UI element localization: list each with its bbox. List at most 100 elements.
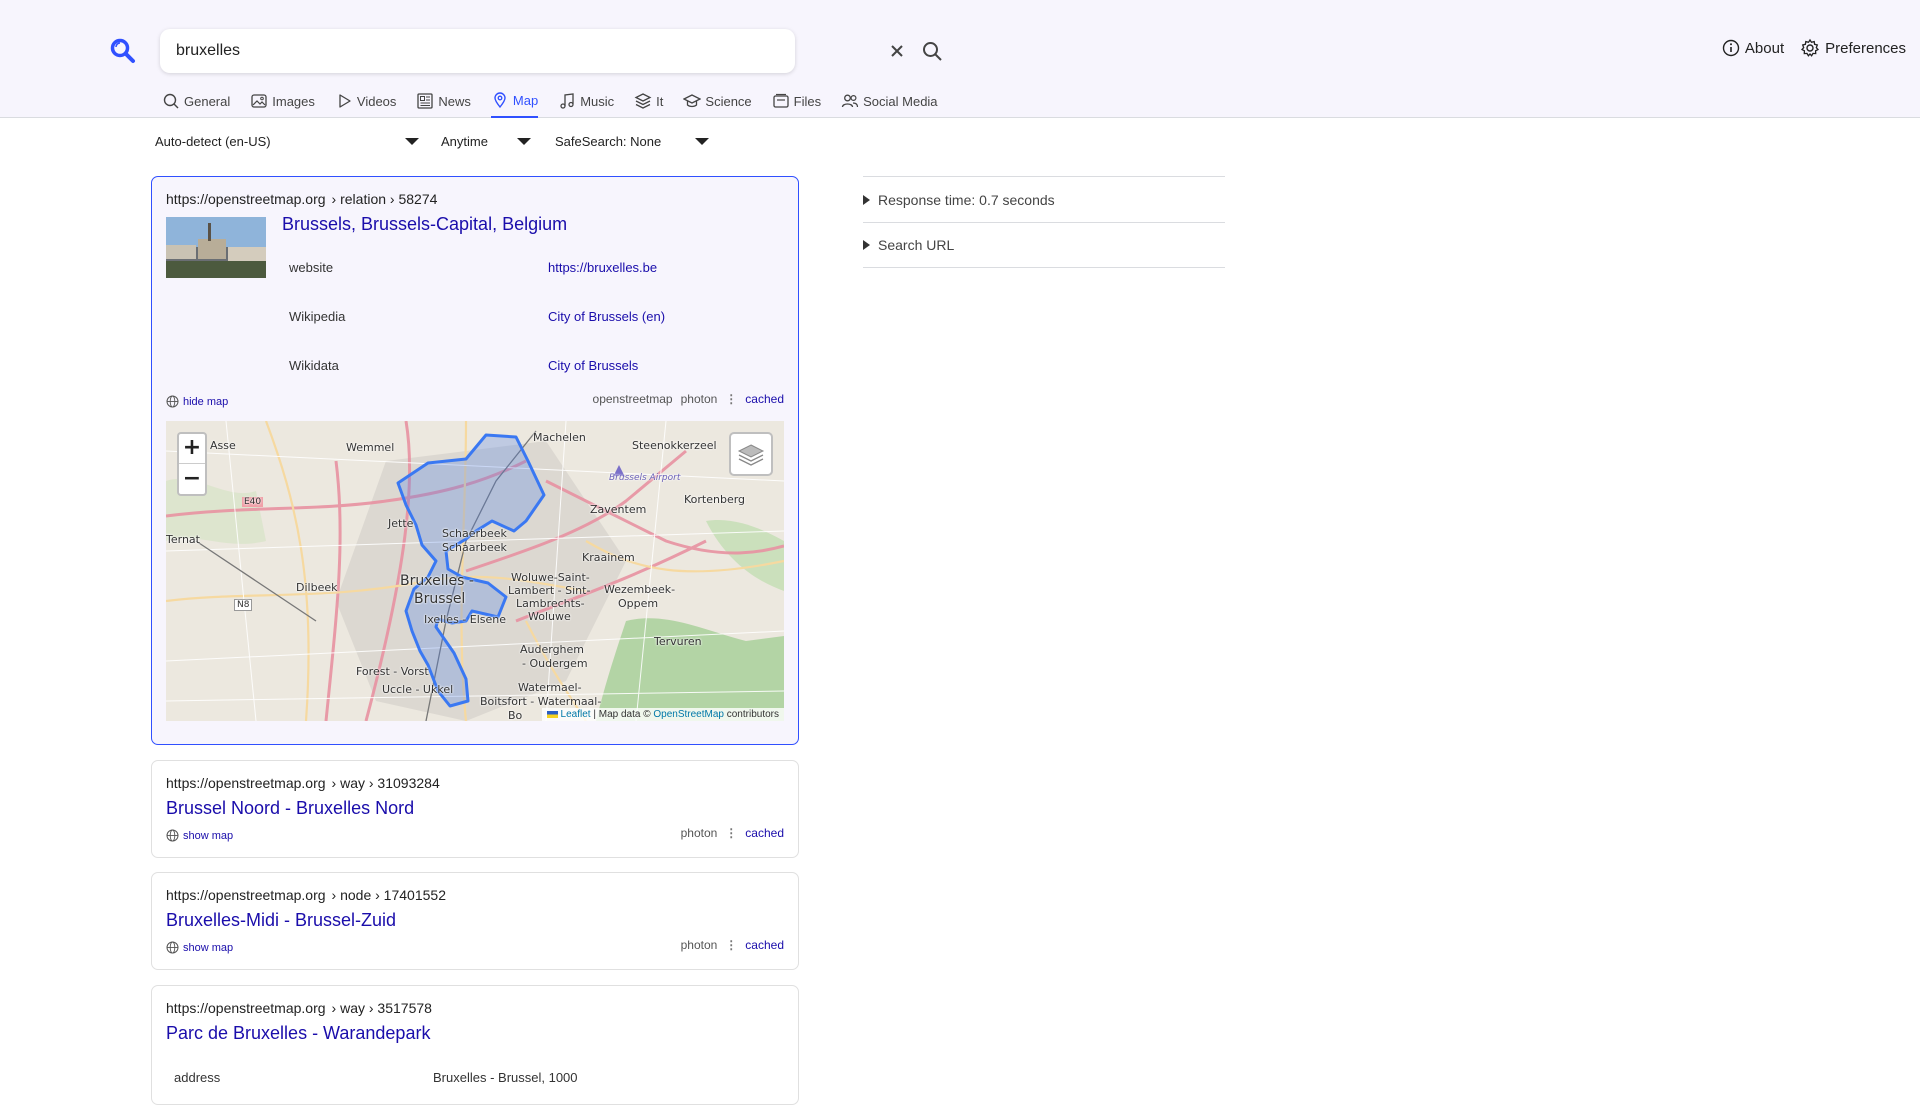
result-path: › way › 3517578	[331, 1000, 432, 1016]
map-toggle-label: show map	[183, 941, 234, 954]
result-title[interactable]: Brussels, Brussels-Capital, Belgium	[282, 214, 567, 235]
info-value-link[interactable]: https://bruxelles.be	[548, 260, 657, 275]
result-domain: https://openstreetmap.org	[166, 887, 326, 903]
result-card: https://openstreetmap.org › way › 3109328…	[151, 760, 799, 858]
map-label: Boitsfort - Watermaal-	[480, 695, 602, 708]
search-url-toggle[interactable]: Search URL	[863, 222, 1225, 268]
map-label: Kraainem	[582, 551, 635, 564]
tab-news[interactable]: News	[416, 88, 471, 118]
time-range-select[interactable]: Anytime	[441, 134, 531, 149]
info-key: address	[174, 1070, 221, 1085]
info-value-link[interactable]: City of Brussels (en)	[548, 309, 665, 324]
info-icon	[1722, 39, 1740, 57]
result-url[interactable]: https://openstreetmap.org › node › 174015…	[166, 887, 446, 903]
image-icon	[251, 94, 267, 108]
show-map-toggle[interactable]: show map	[166, 941, 233, 954]
result-map[interactable]: Asse Wemmel Machelen Steenokkerzeel Brus…	[166, 421, 784, 721]
layers-button[interactable]	[729, 432, 773, 476]
hide-map-toggle[interactable]: hide map	[166, 395, 228, 408]
language-select[interactable]: Auto-detect (en-US)	[155, 134, 419, 149]
search-box	[160, 29, 942, 73]
tab-label: It	[656, 93, 664, 109]
search-icon[interactable]	[920, 39, 944, 63]
chevron-down-icon	[405, 138, 419, 145]
result-url[interactable]: https://openstreetmap.org › relation › 58…	[166, 191, 437, 207]
clear-search-icon[interactable]	[886, 40, 908, 62]
cached-link[interactable]: cached	[745, 392, 784, 406]
more-options-icon[interactable]: ⋮	[725, 938, 737, 952]
search-input[interactable]	[176, 39, 716, 63]
tab-videos[interactable]: Videos	[335, 88, 397, 118]
result-card: https://openstreetmap.org › node › 174015…	[151, 872, 799, 970]
chevron-down-icon	[695, 138, 709, 145]
leaflet-link[interactable]: Leaflet	[561, 709, 591, 720]
map-label: Jette	[388, 517, 414, 530]
safesearch-select[interactable]: SafeSearch: None	[555, 134, 709, 149]
zoom-in-button[interactable]: +	[179, 434, 205, 464]
show-map-toggle[interactable]: show map	[166, 829, 233, 842]
searxng-logo-icon[interactable]	[110, 38, 136, 64]
map-tiles	[166, 421, 784, 721]
result-title[interactable]: Bruxelles-Midi - Brussel-Zuid	[166, 910, 396, 931]
result-url[interactable]: https://openstreetmap.org › way › 3109328…	[166, 775, 440, 791]
result-title[interactable]: Parc de Bruxelles - Warandepark	[166, 1023, 430, 1044]
map-label: Ternat	[166, 533, 200, 546]
disclosure-triangle-icon	[863, 194, 870, 205]
engine-name: openstreetmap	[592, 392, 673, 406]
layers-icon	[634, 93, 652, 109]
map-pin-icon	[494, 92, 506, 109]
map-attribution: Leaflet | Map data © OpenStreetMap contr…	[541, 708, 784, 721]
tab-label: General	[184, 93, 231, 109]
map-label: Wemmel	[346, 441, 395, 454]
map-label: Lambrechts-	[516, 597, 585, 610]
map-label: Oppem	[618, 597, 659, 610]
map-label: Schaerbeek	[442, 527, 507, 540]
attribution-suffix: contributors	[726, 709, 779, 720]
map-label: Wezembeek-	[604, 583, 676, 596]
tab-label: Images	[272, 93, 315, 109]
map-label: Zaventem	[590, 503, 647, 516]
music-note-icon	[560, 93, 574, 109]
result-card: https://openstreetmap.org › way › 3517578…	[151, 985, 799, 1105]
tab-general[interactable]: General	[162, 88, 230, 118]
map-label: Machelen	[533, 431, 586, 444]
result-thumbnail[interactable]	[166, 217, 266, 278]
safesearch-value: SafeSearch: None	[555, 134, 662, 149]
result-url[interactable]: https://openstreetmap.org › way › 3517578	[166, 1000, 432, 1016]
play-icon	[339, 94, 351, 108]
result-domain: https://openstreetmap.org	[166, 1000, 326, 1016]
tab-images[interactable]: Images	[250, 88, 315, 118]
map-label: Brussels Airport	[609, 473, 681, 483]
response-time-label: Response time: 0.7 seconds	[878, 191, 1055, 208]
tab-it[interactable]: It	[634, 88, 663, 118]
tab-files[interactable]: Files	[772, 88, 821, 118]
more-options-icon[interactable]: ⋮	[725, 826, 737, 840]
result-engines: photon ⋮ cached	[681, 938, 784, 952]
map-toggle-label: show map	[183, 829, 234, 842]
search-url-label: Search URL	[878, 237, 955, 253]
tab-label: Videos	[356, 93, 397, 109]
ukraine-flag-icon	[546, 710, 558, 718]
info-value-link[interactable]: City of Brussels	[548, 358, 638, 373]
openstreetmap-link[interactable]: OpenStreetMap	[653, 709, 724, 720]
result-title[interactable]: Brussel Noord - Bruxelles Nord	[166, 798, 414, 819]
zoom-out-button[interactable]: −	[179, 465, 205, 495]
about-link[interactable]: About	[1722, 38, 1784, 58]
tab-science[interactable]: Science	[683, 88, 752, 118]
preferences-link[interactable]: Preferences	[1800, 38, 1906, 58]
result-card: https://openstreetmap.org › relation › 58…	[151, 176, 799, 745]
more-options-icon[interactable]: ⋮	[725, 392, 737, 406]
tab-map[interactable]: Map	[490, 88, 539, 118]
search-icon	[163, 93, 179, 109]
map-label: Bo	[508, 709, 523, 721]
tab-music[interactable]: Music	[558, 88, 614, 118]
cached-link[interactable]: cached	[745, 938, 784, 952]
response-time-toggle[interactable]: Response time: 0.7 seconds	[863, 176, 1225, 222]
about-label: About	[1744, 39, 1785, 57]
tab-label: Social Media	[863, 93, 938, 109]
tab-social-media[interactable]: Social Media	[841, 88, 938, 118]
cached-link[interactable]: cached	[745, 826, 784, 840]
result-domain: https://openstreetmap.org	[166, 191, 326, 207]
info-key: Wikidata	[289, 358, 339, 373]
language-value: Auto-detect (en-US)	[155, 134, 271, 149]
